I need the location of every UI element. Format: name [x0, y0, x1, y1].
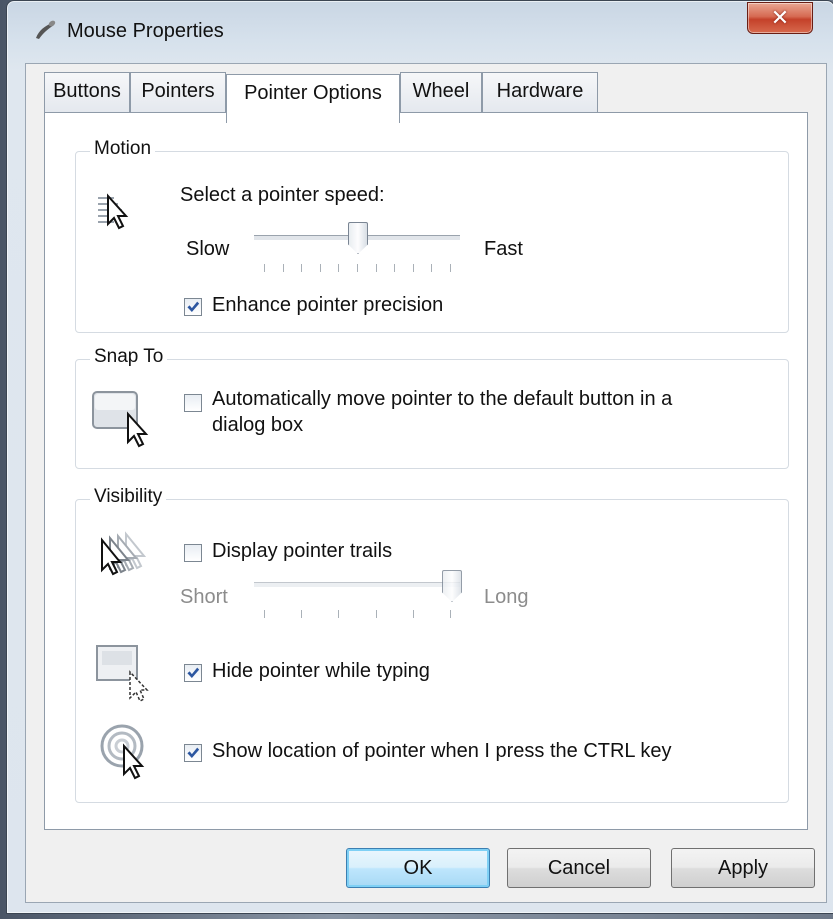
mouse-icon [36, 20, 56, 39]
slider-tick [282, 264, 284, 272]
apply-button[interactable]: Apply [671, 848, 815, 888]
snap-to-group: Snap To Automatically move pointer to th… [75, 346, 789, 469]
ctrl-location-checkbox[interactable] [184, 744, 202, 762]
tab-pointer-options[interactable]: Pointer Options [226, 74, 400, 123]
visibility-group-label: Visibility [90, 486, 167, 508]
slider-tick [264, 610, 265, 618]
close-icon: ✕ [770, 5, 790, 31]
enhance-precision-label[interactable]: Enhance pointer precision [212, 294, 443, 317]
pointer-trails-checkbox[interactable] [184, 544, 202, 562]
pointer-options-panel: Motion Select a pointer speed: Slow Fast… [44, 112, 808, 830]
pointer-speed-slider[interactable] [348, 222, 368, 254]
ok-button[interactable]: OK [346, 848, 490, 888]
enhance-precision-checkbox[interactable] [184, 298, 202, 316]
ctrl-location-label[interactable]: Show location of pointer when I press th… [212, 740, 672, 763]
slider-tick [301, 610, 303, 618]
hide-pointer-label[interactable]: Hide pointer while typing [212, 660, 430, 683]
pointer-speed-label: Select a pointer speed: [180, 184, 385, 206]
slider-tick [375, 610, 377, 618]
slow-label: Slow [186, 238, 230, 260]
tab-pointers[interactable]: Pointers [130, 72, 226, 113]
pointer-trails-icon [101, 531, 147, 576]
slider-tick [375, 264, 377, 272]
slider-tick [264, 264, 265, 272]
window-title: Mouse Properties [67, 20, 224, 42]
pointer-speed-ticks [264, 264, 451, 272]
snap-to-default-label-line1[interactable]: Automatically move pointer to the defaul… [212, 388, 672, 411]
fast-label: Fast [484, 238, 523, 260]
snap-to-group-label: Snap To [90, 346, 168, 368]
slider-tick [301, 264, 303, 272]
visibility-group: Visibility Display pointer trails Short … [75, 486, 789, 803]
pointer-speed-icon [98, 193, 129, 230]
slider-tick [338, 610, 340, 618]
slider-tick [450, 610, 451, 618]
slider-tick [412, 264, 414, 272]
pointer-trails-label[interactable]: Display pointer trails [212, 540, 392, 563]
slider-tick [357, 264, 358, 272]
trail-length-slider[interactable] [442, 570, 462, 602]
cancel-button[interactable]: Cancel [507, 848, 651, 888]
hide-pointer-checkbox[interactable] [184, 664, 202, 682]
trail-length-ticks [264, 610, 451, 618]
slider-tick [431, 264, 433, 272]
snap-to-default-checkbox[interactable] [184, 394, 202, 412]
motion-group-label: Motion [90, 138, 156, 160]
hide-pointer-icon [96, 645, 149, 702]
snap-to-default-label-line2[interactable]: dialog box [212, 414, 303, 437]
close-button[interactable]: ✕ [747, 2, 813, 34]
tab-wheel[interactable]: Wheel [400, 72, 482, 113]
slider-tick [450, 264, 451, 272]
long-label: Long [484, 586, 529, 608]
title-bar[interactable]: Mouse Properties ✕ [7, 1, 833, 63]
pointer-location-icon [100, 724, 145, 780]
slider-tick [338, 264, 340, 272]
mouse-properties-window: Mouse Properties ✕ Buttons Pointers Poin… [6, 0, 833, 914]
short-label: Short [180, 586, 228, 608]
slider-tick [319, 264, 321, 272]
tab-hardware[interactable]: Hardware [482, 72, 598, 113]
trail-length-slider-track[interactable] [254, 582, 460, 588]
slider-tick [412, 610, 414, 618]
slider-tick [394, 264, 396, 272]
dialog-client-area: Buttons Pointers Pointer Options Wheel H… [25, 63, 827, 903]
motion-group: Motion Select a pointer speed: Slow Fast… [75, 138, 789, 333]
snap-to-icon [92, 391, 149, 448]
tab-buttons[interactable]: Buttons [44, 72, 130, 113]
